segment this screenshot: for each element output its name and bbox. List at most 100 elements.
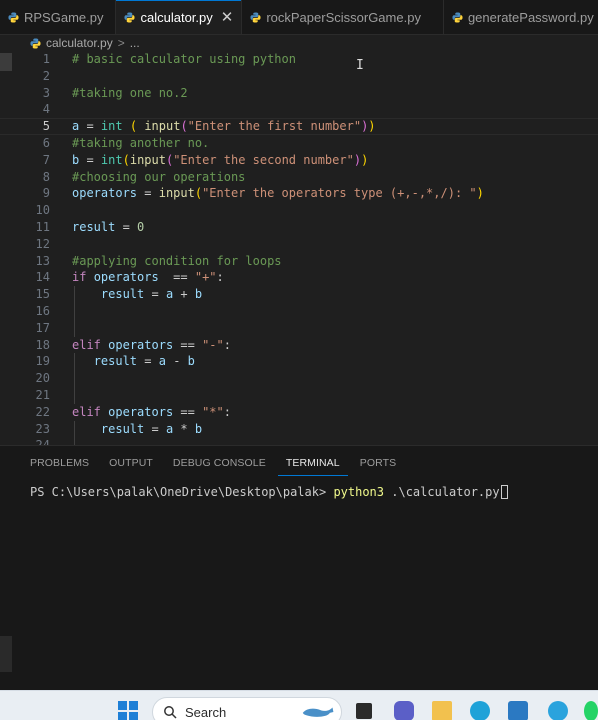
code-text: # basic calculator using python [72, 52, 296, 66]
tab-ports[interactable]: PORTS [352, 454, 404, 476]
code-line[interactable]: 16 [0, 303, 598, 320]
line-number: 20 [35, 371, 50, 386]
code-line[interactable]: 13 #applying condition for loops [0, 253, 598, 270]
code-text: b = int(input("Enter the second number")… [72, 152, 369, 167]
code-text: elif operators == "*": [72, 404, 231, 419]
indent-guide [74, 420, 75, 445]
code-text: operators = input("Enter the operators t… [72, 186, 484, 201]
code-line[interactable]: 9 operators = input("Enter the operators … [0, 185, 598, 202]
code-line[interactable]: 6 #taking another no. [0, 135, 598, 152]
line-number: 15 [35, 287, 50, 302]
line-number: 18 [35, 337, 50, 352]
task-view-icon[interactable] [356, 703, 372, 719]
terminal[interactable]: PS C:\Users\palak\OneDrive\Desktop\palak… [30, 484, 508, 500]
terminal-command: python3 [333, 485, 385, 499]
code-text: result = a + b [100, 287, 203, 302]
file-explorer-icon[interactable] [432, 701, 452, 720]
code-line[interactable]: 20 [0, 370, 598, 387]
line-number: 8 [42, 169, 50, 184]
close-icon[interactable]: ✕ [221, 10, 234, 25]
tab-label: calculator.py [140, 10, 213, 25]
taskbar-search[interactable]: Search [152, 697, 342, 720]
python-file-icon [452, 12, 463, 23]
code-line[interactable]: 21 [0, 387, 598, 404]
code-text: a = int ( input("Enter the first number"… [72, 119, 376, 134]
teams-icon[interactable] [394, 701, 414, 720]
search-label: Search [185, 704, 227, 720]
taskbar: Search [0, 690, 598, 720]
panel-tabs: PROBLEMS OUTPUT DEBUG CONSOLE TERMINAL P… [22, 454, 408, 478]
indent-guide [74, 286, 75, 337]
tab-terminal[interactable]: TERMINAL [277, 454, 348, 476]
bottom-panel: PROBLEMS OUTPUT DEBUG CONSOLE TERMINAL P… [0, 445, 598, 690]
tab-rpsgame[interactable]: RPSGame.py [0, 0, 117, 34]
code-line[interactable]: 1 # basic calculator using python [0, 51, 598, 68]
line-number: 14 [35, 270, 50, 285]
whatsapp-icon[interactable] [584, 701, 598, 720]
tab-problems[interactable]: PROBLEMS [22, 454, 97, 476]
code-text: elif operators == "-": [72, 337, 231, 352]
code-line[interactable]: 2 [0, 68, 598, 85]
tab-label: rockPaperScissorGame.py [266, 10, 421, 25]
code-line[interactable]: 8 #choosing our operations [0, 169, 598, 186]
tab-rockpaperscissorgame[interactable]: rockPaperScissorGame.py [242, 0, 444, 34]
code-line[interactable]: 3 #taking one no.2 [0, 85, 598, 102]
tab-generatepassword[interactable]: generatePassword.py [443, 0, 598, 34]
line-number: 4 [42, 102, 50, 117]
line-number: 12 [35, 236, 50, 251]
python-file-icon [8, 12, 19, 23]
app-icon[interactable] [508, 701, 528, 720]
line-number: 13 [35, 253, 50, 268]
line-number: 22 [35, 404, 50, 419]
code-text: #applying condition for loops [72, 253, 282, 268]
indent-guide [74, 353, 75, 404]
code-line[interactable]: 10 [0, 202, 598, 219]
breadcrumb-symbols[interactable]: ... [130, 36, 140, 50]
line-number: 21 [35, 388, 50, 402]
code-line[interactable]: 15 result = a + b [0, 286, 598, 303]
code-editor[interactable]: I 1 # basic calculator using python 2 3 #tak… [0, 51, 598, 445]
editor-tab-bar: RPSGame.py calculator.py ✕ rockPaperScis… [0, 0, 598, 35]
tab-output[interactable]: OUTPUT [101, 454, 161, 476]
tab-calculator[interactable]: calculator.py ✕ [116, 0, 243, 34]
python-file-icon [30, 38, 41, 49]
code-text: if operators == "+": [72, 270, 224, 285]
code-line[interactable]: 22 elif operators == "*": [0, 404, 598, 421]
code-text: #choosing our operations [72, 169, 246, 184]
code-line[interactable]: 7 b = int(input("Enter the second number"… [0, 152, 598, 169]
code-line[interactable]: 18 elif operators == "-": [0, 337, 598, 354]
tab-debug-console[interactable]: DEBUG CONSOLE [165, 454, 274, 476]
telegram-icon[interactable] [548, 701, 568, 720]
terminal-prompt: PS C:\Users\palak\OneDrive\Desktop\palak… [30, 485, 334, 499]
terminal-cursor [500, 485, 508, 499]
line-number: 17 [35, 320, 50, 335]
line-number: 10 [35, 203, 50, 218]
line-number: 9 [42, 186, 50, 201]
code-line[interactable]: 23 result = a * b [0, 421, 598, 438]
breadcrumb-file[interactable]: calculator.py [46, 36, 113, 50]
windows-start-icon[interactable] [118, 701, 138, 720]
code-text: #taking another no. [72, 136, 210, 150]
code-line[interactable]: 19 result = a - b [0, 353, 598, 370]
chevron-right-icon: > [117, 36, 125, 50]
tab-label: generatePassword.py [467, 10, 594, 25]
line-number: 6 [42, 136, 50, 150]
code-line[interactable]: 24 [0, 437, 598, 445]
line-number: 11 [35, 220, 50, 234]
code-line[interactable]: 14 if operators == "+": [0, 269, 598, 286]
code-line[interactable]: 17 [0, 320, 598, 337]
search-icon [164, 706, 177, 719]
edge-icon[interactable] [470, 701, 490, 720]
panel-edge [0, 636, 12, 672]
code-line[interactable]: 12 [0, 236, 598, 253]
line-number: 2 [42, 68, 50, 83]
line-number: 3 [42, 85, 50, 100]
tab-label: RPSGame.py [24, 10, 104, 25]
code-line[interactable]: 4 [0, 101, 598, 118]
code-line[interactable]: 5 a = int ( input("Enter the first number… [0, 118, 598, 135]
python-file-icon [250, 12, 261, 23]
line-number: 5 [42, 119, 50, 134]
code-text: result = a - b [93, 354, 195, 369]
code-line[interactable]: 11 result = 0 [0, 219, 598, 236]
line-number: 16 [35, 304, 50, 318]
